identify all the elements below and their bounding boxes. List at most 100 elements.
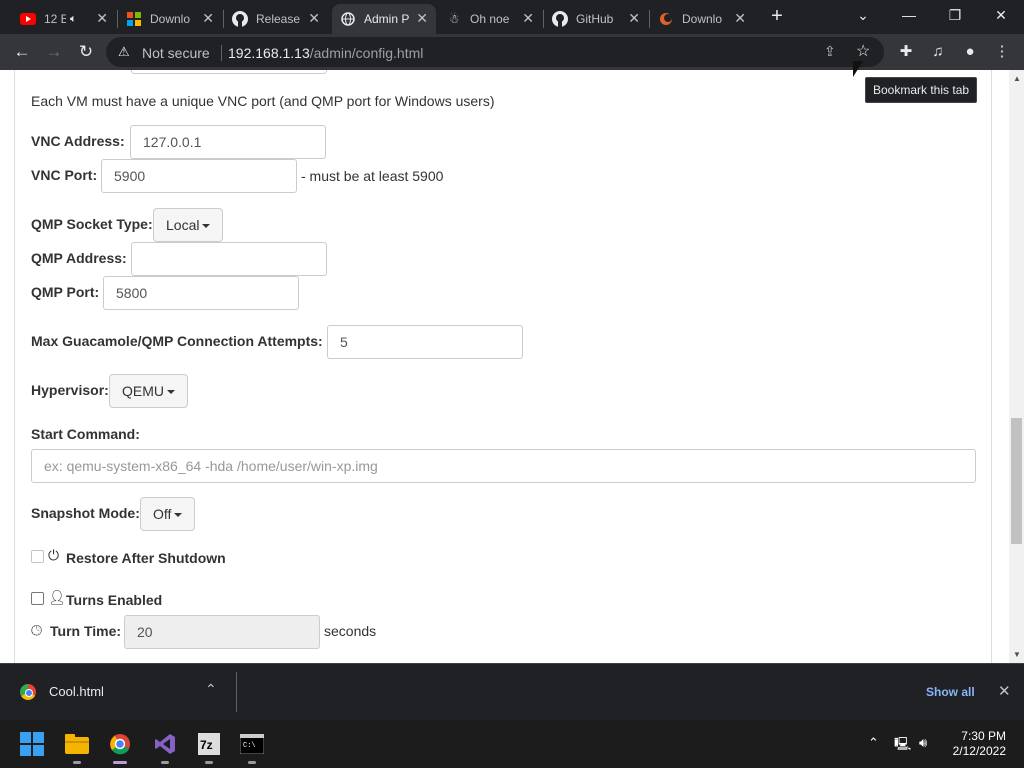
turns-enabled-label: Turns Enabled — [66, 592, 163, 608]
svg-text:7z: 7z — [200, 738, 213, 752]
mouse-cursor-icon — [853, 61, 863, 77]
chrome-icon[interactable] — [107, 731, 133, 764]
qmp-address-label: QMP Address: — [31, 250, 127, 266]
hypervisor-dropdown[interactable]: QEMU — [109, 374, 188, 408]
restore-button[interactable]: ❐ — [932, 0, 978, 30]
hypervisor-label: Hypervisor: — [31, 382, 109, 398]
volume-icon[interactable]: 🔊︎ — [919, 735, 927, 751]
terminal-icon[interactable]: C:\ — [239, 731, 265, 764]
security-label[interactable]: Not secure — [142, 45, 210, 61]
network-icon[interactable]: 🖳︎ — [894, 735, 911, 757]
clock-date: 2/12/2022 — [952, 744, 1006, 758]
tab-youtube[interactable]: 12 E 🔈︎ ✕ — [12, 4, 116, 34]
file-explorer-icon[interactable] — [64, 731, 90, 764]
vnc-address-input[interactable]: 127.0.0.1 — [130, 125, 326, 159]
restore-after-shutdown-label: Restore After Shutdown — [66, 550, 226, 566]
close-tab-icon[interactable]: ✕ — [96, 10, 108, 27]
close-tab-icon[interactable]: ✕ — [308, 10, 320, 27]
speaker-icon[interactable]: 🔈︎ — [70, 13, 77, 26]
unique-port-note: Each VM must have a unique VNC port (and… — [31, 93, 495, 109]
tab-download-microsoft[interactable]: Downlo ✕ — [118, 4, 222, 34]
tab-title: 12 E — [44, 12, 66, 26]
caret-down-icon — [174, 513, 183, 518]
tab-title: Release — [256, 12, 301, 26]
clock-icon: 🕒︎ — [31, 622, 43, 638]
snapshot-mode-dropdown[interactable]: Off — [140, 497, 196, 531]
turn-time-unit: seconds — [324, 623, 377, 639]
start-icon[interactable] — [19, 731, 45, 757]
max-attempts-label: Max Guacamole/QMP Connection Attempts: — [31, 333, 323, 349]
snapshot-mode-value: Off — [153, 506, 172, 522]
close-shelf-icon[interactable]: ✕ — [998, 682, 1011, 700]
github-icon — [552, 11, 568, 27]
tab-oh-noes[interactable]: ☃︎ Oh noe ✕ — [438, 4, 542, 34]
forward-icon[interactable]: → — [40, 38, 68, 66]
restore-after-shutdown-checkbox[interactable] — [31, 550, 44, 563]
qmp-socket-type-value: Local — [166, 217, 200, 233]
shelf-divider — [236, 672, 237, 712]
download-shelf: Cool.html ⌃ Show all ✕ — [0, 663, 1024, 720]
download-item[interactable]: Cool.html — [49, 684, 104, 699]
chevron-up-tray-icon[interactable]: ⌃ — [868, 735, 879, 751]
scroll-down-arrow-icon[interactable]: ▼ — [1012, 650, 1022, 659]
running-indicator — [205, 761, 213, 764]
7zip-icon[interactable]: 7z — [196, 731, 222, 764]
windows-taskbar: 7z C:\ ⌃ 🖳︎ 🔊︎ 7:30 PM 2/12/2022 — [0, 720, 1024, 768]
tab-download-pale-moon[interactable]: Downlo ✕ — [650, 4, 754, 34]
extensions-icon[interactable]: ✚ — [894, 40, 918, 64]
close-tab-icon[interactable]: ✕ — [522, 10, 534, 27]
chevron-up-icon[interactable]: ⌃ — [205, 681, 217, 698]
turns-enabled-checkbox[interactable] — [31, 592, 44, 605]
reload-icon[interactable]: ↻ — [72, 38, 100, 66]
vnc-port-input[interactable]: 5900 — [101, 159, 297, 193]
bookmark-star-icon[interactable]: ☆ — [856, 41, 870, 61]
page-scrollbar[interactable]: ▲ ▼ — [1009, 70, 1024, 663]
system-clock[interactable]: 7:30 PM 2/12/2022 — [948, 729, 1006, 759]
warning-icon[interactable]: ⚠︎ — [118, 44, 130, 60]
max-attempts-input[interactable]: 5 — [327, 325, 523, 359]
close-window-button[interactable]: ✕ — [978, 0, 1024, 30]
tab-release[interactable]: Release ✕ — [224, 4, 328, 34]
media-control-icon[interactable]: ♫ — [926, 40, 950, 64]
tab-github[interactable]: GitHub ✕ — [544, 4, 648, 34]
close-tab-icon[interactable]: ✕ — [628, 10, 640, 27]
close-tab-icon[interactable]: ✕ — [202, 10, 214, 27]
oh-noes-icon: ☃︎ — [448, 12, 460, 26]
show-all-button[interactable]: Show all — [926, 685, 975, 699]
vnc-port-hint: - must be at least 5900 — [301, 168, 444, 184]
youtube-icon — [20, 11, 36, 27]
profile-icon[interactable]: ● — [958, 40, 982, 64]
address-bar[interactable]: ⚠︎ Not secure 192.168.1.13/admin/config.… — [106, 37, 884, 67]
active-indicator — [113, 761, 127, 764]
running-indicator — [248, 761, 256, 764]
cut-off-input[interactable] — [131, 70, 327, 74]
menu-icon[interactable]: ⋮ — [990, 40, 1014, 64]
qmp-socket-type-dropdown[interactable]: Local — [153, 208, 224, 242]
qmp-socket-type-label: QMP Socket Type: — [31, 216, 153, 232]
qmp-port-label: QMP Port: — [31, 284, 100, 300]
tab-strip: 12 E 🔈︎ ✕ Downlo ✕ Release ✕ Admin P ✕ ☃… — [0, 0, 1024, 34]
tab-title: Oh noe — [470, 12, 510, 26]
tab-search-icon[interactable]: ⌄ — [840, 0, 886, 30]
qmp-port-input[interactable]: 5800 — [103, 276, 299, 310]
minimize-button[interactable]: — — [886, 0, 932, 30]
url-text[interactable]: 192.168.1.13/admin/config.html — [228, 45, 423, 61]
new-tab-button[interactable]: + — [764, 6, 790, 28]
start-command-label: Start Command: — [31, 426, 140, 442]
close-tab-icon[interactable]: ✕ — [416, 10, 428, 27]
qmp-address-input[interactable] — [131, 242, 327, 276]
user-icon: 👤︎ — [48, 589, 66, 605]
share-icon[interactable]: ⇪ — [824, 43, 836, 60]
close-tab-icon[interactable]: ✕ — [734, 10, 746, 27]
browser-toolbar: ← → ↻ ⚠︎ Not secure 192.168.1.13/admin/c… — [0, 34, 1024, 70]
scrollbar-thumb[interactable] — [1011, 418, 1022, 544]
tab-title: Downlo — [682, 12, 723, 26]
tab-admin-panel[interactable]: Admin P ✕ — [332, 4, 436, 34]
scroll-up-arrow-icon[interactable]: ▲ — [1012, 74, 1022, 83]
visual-studio-icon[interactable] — [152, 731, 178, 764]
start-command-input[interactable]: ex: qemu-system-x86_64 -hda /home/user/w… — [31, 449, 976, 483]
turn-time-input[interactable]: 20 — [124, 615, 320, 649]
running-indicator — [73, 761, 81, 764]
clock-time: 7:30 PM — [961, 729, 1006, 743]
back-icon[interactable]: ← — [8, 38, 36, 66]
